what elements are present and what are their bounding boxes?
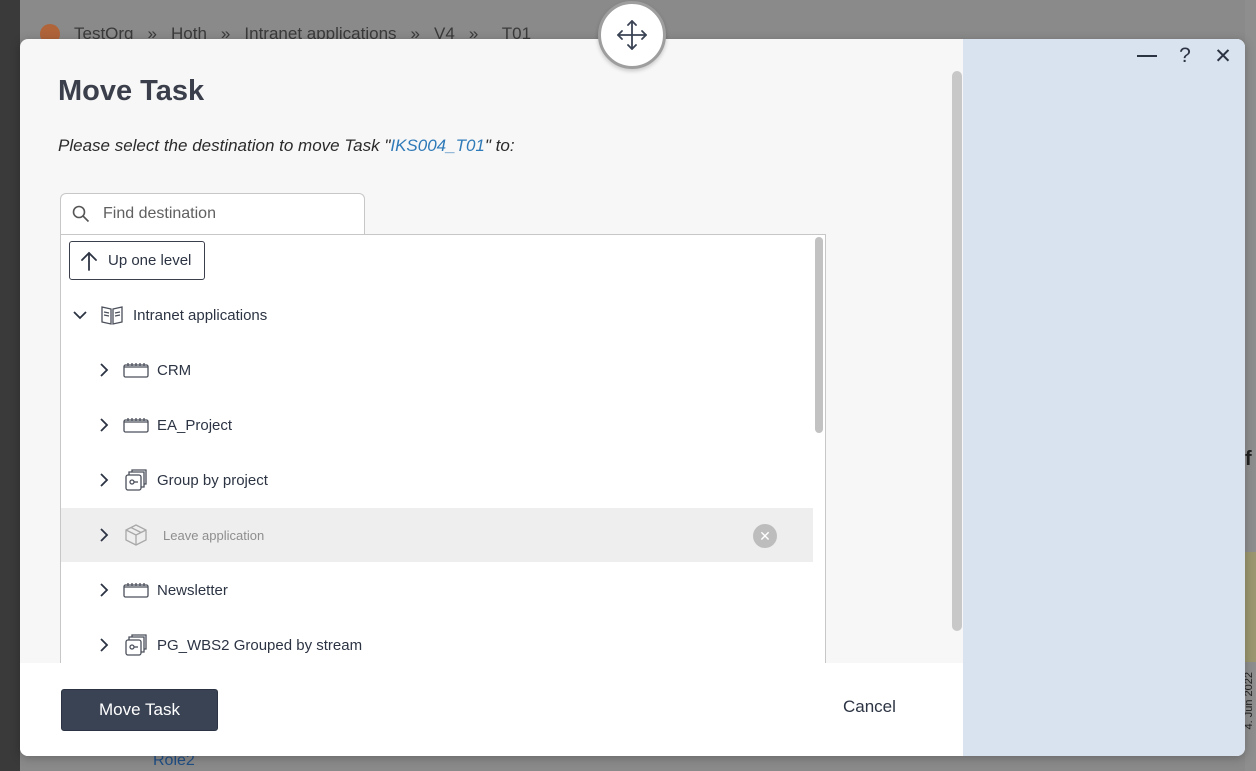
dialog-title: Move Task <box>58 75 205 107</box>
tree-node-leave-application: Leave application ✕ <box>61 508 813 562</box>
cancel-button[interactable]: Cancel <box>843 697 896 717</box>
chevron-right-icon[interactable] <box>95 583 113 597</box>
background-left-bar <box>0 0 20 771</box>
move-arrows-icon <box>617 20 647 50</box>
tree-node-label: EA_Project <box>157 416 233 434</box>
search-input[interactable] <box>101 204 355 224</box>
task-name-link[interactable]: IKS004_T01 <box>390 136 485 155</box>
background-right-strip: f 4. Jun 2022 <box>1243 0 1256 771</box>
tree-node-root[interactable]: Intranet applications <box>61 288 813 342</box>
move-task-button[interactable]: Move Task <box>61 689 218 731</box>
tree-node-ea-project[interactable]: EA_Project <box>61 398 813 452</box>
tree-node-group-by-project[interactable]: Group by project <box>61 453 813 507</box>
window-controls: ? ✕ <box>1135 44 1235 68</box>
up-one-level-button[interactable]: Up one level <box>69 241 205 280</box>
destination-tree: Up one level Intranet applications CRM E… <box>60 234 826 676</box>
stack-icon <box>123 633 149 657</box>
tree-node-label: Newsletter <box>157 581 228 599</box>
search-icon <box>61 205 101 223</box>
book-icon <box>99 304 125 326</box>
tree-scrollbar[interactable] <box>815 237 823 433</box>
dialog-scrollbar[interactable] <box>952 71 962 631</box>
tree-node-newsletter[interactable]: Newsletter <box>61 563 813 617</box>
move-task-dialog: ? ✕ Move Task Please select the destinat… <box>20 39 1245 756</box>
product-icon <box>123 417 149 433</box>
chevron-right-icon[interactable] <box>95 418 113 432</box>
instruction-prefix: Please select the destination to move Ta… <box>58 136 391 155</box>
side-panel: ? ✕ <box>963 39 1245 756</box>
help-icon[interactable]: ? <box>1173 44 1197 67</box>
chevron-right-icon[interactable] <box>95 528 113 542</box>
dialog-footer: Move Task Cancel <box>20 663 963 756</box>
tree-node-label: Leave application <box>163 527 265 543</box>
tree-node-label: Intranet applications <box>133 306 268 324</box>
chevron-down-icon[interactable] <box>71 310 89 320</box>
tree-node-label: PG_WBS2 Grouped by stream <box>157 636 363 654</box>
close-icon[interactable]: ✕ <box>1211 45 1235 68</box>
dialog-instruction: Please select the destination to move Ta… <box>58 136 515 156</box>
background-chart <box>1245 552 1256 662</box>
chevron-right-icon[interactable] <box>95 638 113 652</box>
tree-node-label: Group by project <box>157 471 268 489</box>
tree-node-label: CRM <box>157 361 192 379</box>
stack-icon <box>123 468 149 492</box>
product-icon <box>123 362 149 378</box>
tree-node-crm[interactable]: CRM <box>61 343 813 397</box>
minimize-icon[interactable] <box>1135 45 1159 67</box>
destination-search <box>60 193 365 234</box>
chevron-right-icon[interactable] <box>95 473 113 487</box>
drag-move-handle[interactable] <box>598 1 666 69</box>
clear-icon[interactable]: ✕ <box>753 524 777 548</box>
instruction-suffix: " to: <box>484 136 515 155</box>
arrow-up-icon <box>81 251 97 271</box>
up-one-level-label: Up one level <box>108 252 192 269</box>
background-letter: f <box>1245 448 1252 470</box>
product-icon <box>123 582 149 598</box>
chevron-right-icon[interactable] <box>95 363 113 377</box>
package-icon <box>123 523 149 547</box>
